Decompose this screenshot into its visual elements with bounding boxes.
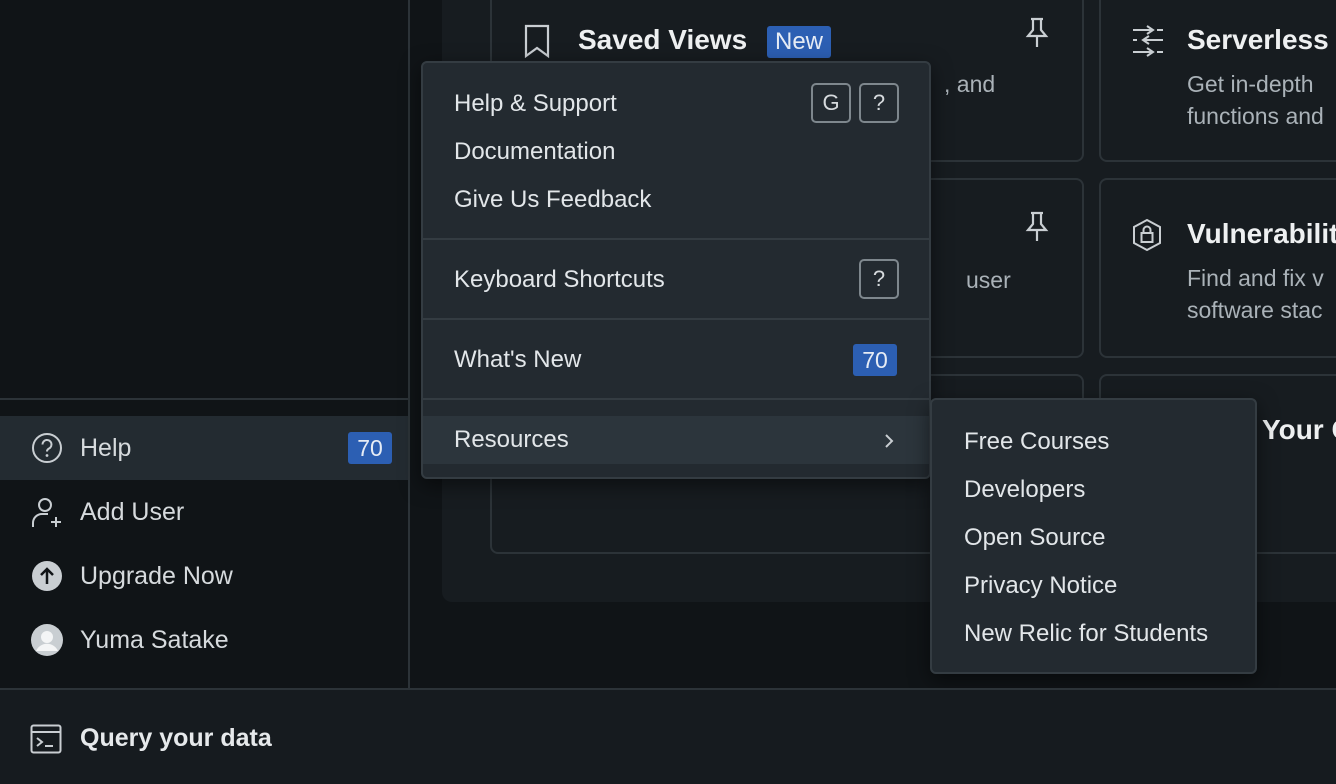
menu-item-help-support[interactable]: Help & Support G ?	[423, 80, 929, 128]
card-title: Vulnerabilit	[1187, 218, 1336, 249]
menu-item-label: Keyboard Shortcuts	[454, 266, 665, 293]
menu-divider	[423, 318, 929, 320]
submenu-item-open-source[interactable]: Open Source	[964, 524, 1105, 552]
card-description: software stac	[1187, 297, 1323, 323]
menu-item-whats-new[interactable]: What's New 70	[423, 336, 929, 384]
menu-item-keyboard-shortcuts[interactable]: Keyboard Shortcuts ?	[423, 256, 929, 304]
menu-divider	[423, 398, 929, 400]
menu-item-documentation[interactable]: Documentation	[423, 128, 929, 176]
sidebar-section-divider	[0, 398, 408, 400]
sidebar-item-add-user[interactable]: Add User	[0, 480, 408, 544]
card-title: Your C	[1262, 414, 1336, 445]
card-title: Saved Views	[578, 24, 748, 55]
submenu-item-free-courses[interactable]: Free Courses	[964, 428, 1109, 456]
shield-lock-icon	[1131, 218, 1163, 257]
submenu-item-new-relic-for-students[interactable]: New Relic for Students	[964, 620, 1208, 648]
card-vulnerability[interactable]: Vulnerabilit Find and fix v software sta…	[1099, 178, 1336, 358]
whats-new-count-badge: 70	[853, 344, 897, 376]
sidebar-item-label: Help	[80, 433, 132, 462]
card-title: Serverless	[1187, 24, 1329, 55]
menu-divider	[423, 238, 929, 240]
menu-item-label: Give Us Feedback	[454, 186, 652, 213]
sidebar-item-upgrade-now[interactable]: Upgrade Now	[0, 544, 408, 608]
avatar-icon	[30, 623, 64, 657]
query-bar[interactable]: Query your data	[0, 688, 1336, 784]
sidebar-item-label: Upgrade Now	[80, 561, 233, 590]
card-description: Find and fix v	[1187, 265, 1324, 291]
menu-item-label: Resources	[454, 426, 569, 453]
card-serverless[interactable]: Serverless Get in-depth functions and	[1099, 0, 1336, 162]
shortcut-key: ?	[859, 259, 899, 299]
help-menu: Help & Support G ? Documentation Give Us…	[421, 61, 931, 479]
help-circle-icon	[30, 431, 64, 465]
pin-icon[interactable]	[1022, 16, 1052, 55]
submenu-item-developers[interactable]: Developers	[964, 476, 1085, 504]
resources-submenu: Free Courses Developers Open Source Priv…	[930, 398, 1257, 674]
serverless-icon	[1131, 24, 1165, 63]
query-your-data-label: Query your data	[80, 724, 272, 752]
menu-item-label: Documentation	[454, 138, 616, 165]
menu-item-resources[interactable]: Resources	[423, 416, 929, 464]
shortcut-key: ?	[859, 83, 899, 123]
sidebar-item-help[interactable]: Help 70	[0, 416, 408, 480]
card-description: user	[966, 267, 1011, 293]
sidebar: Help 70 Add User Upgrade Now Yuma Satake	[0, 0, 408, 688]
menu-item-label: What's New	[454, 346, 582, 373]
bookmark-icon	[522, 24, 552, 63]
menu-item-label: Help & Support	[454, 90, 617, 117]
sidebar-item-label: Add User	[80, 497, 185, 526]
upgrade-arrow-icon	[30, 559, 64, 593]
add-user-icon	[30, 495, 64, 529]
menu-item-give-feedback[interactable]: Give Us Feedback	[423, 176, 929, 224]
terminal-icon	[30, 724, 62, 759]
new-badge: New	[767, 26, 832, 58]
card-description: functions and	[1187, 103, 1324, 129]
submenu-item-privacy-notice[interactable]: Privacy Notice	[964, 572, 1117, 600]
card-description: Get in-depth	[1187, 71, 1314, 97]
chevron-right-icon	[881, 430, 897, 458]
sidebar-divider	[408, 0, 410, 688]
sidebar-item-label: Yuma Satake	[80, 625, 229, 654]
card-description: , and	[944, 71, 996, 97]
sidebar-item-user-profile[interactable]: Yuma Satake	[0, 608, 408, 672]
help-count-badge: 70	[348, 432, 392, 464]
shortcut-key: G	[811, 83, 851, 123]
pin-icon[interactable]	[1022, 210, 1052, 249]
